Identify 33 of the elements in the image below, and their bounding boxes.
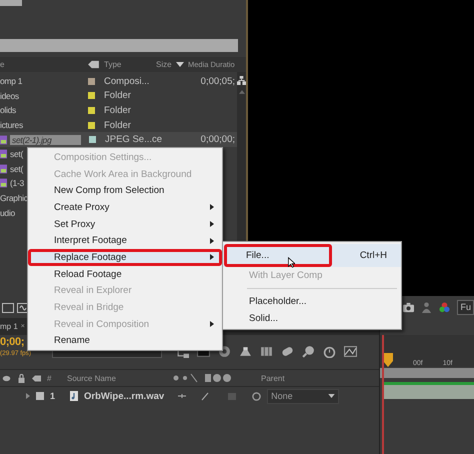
file-type: Folder (104, 90, 131, 102)
column-header[interactable]: Parent (261, 374, 285, 382)
menu-item[interactable]: Create Proxy (28, 199, 222, 216)
menu-item[interactable]: Interpret Footage (28, 232, 222, 250)
layer-name[interactable]: OrbWipe...rm.wav (84, 390, 164, 402)
file-name[interactable]: olids (0, 105, 88, 116)
tab-title[interactable]: mp 1 (0, 322, 18, 331)
layer-number: 1 (50, 391, 56, 401)
menu-item[interactable]: Rename (28, 332, 222, 350)
resolution-dropdown[interactable]: Fu (457, 300, 474, 314)
file-name[interactable]: omp 1 (0, 76, 88, 86)
menu-item[interactable]: New Comp from Selection (28, 182, 222, 200)
file-name[interactable]: ictures (0, 120, 88, 130)
media-duration: 0;00;00; (200, 134, 235, 146)
menu-item[interactable]: Set Proxy (28, 216, 222, 232)
file-type: Composi... (104, 76, 150, 87)
media-duration: 0;00;05; (200, 76, 235, 87)
menu-item[interactable]: Reload Footage (28, 266, 222, 282)
menu-item[interactable]: Placeholder... (223, 293, 401, 310)
menu-item[interactable]: File... Ctrl+H (223, 244, 401, 267)
file-name[interactable]: ideos (0, 90, 88, 101)
file-type: Folder (104, 120, 131, 131)
column-header[interactable]: e (0, 60, 4, 69)
column-header[interactable]: Type (104, 60, 122, 69)
column-header[interactable]: Source Name (67, 374, 157, 382)
menu-item[interactable]: Solid... (223, 310, 401, 327)
column-header[interactable]: Size (156, 60, 172, 69)
parent-dropdown[interactable]: None (267, 388, 340, 404)
selected-file-name[interactable]: set(2-1).jpg (10, 134, 81, 145)
column-header[interactable]: # (47, 374, 61, 382)
file-type: Folder (104, 104, 131, 116)
menu-item[interactable]: Replace Footage (28, 249, 222, 266)
file-type: JPEG Se...ce (105, 134, 162, 146)
